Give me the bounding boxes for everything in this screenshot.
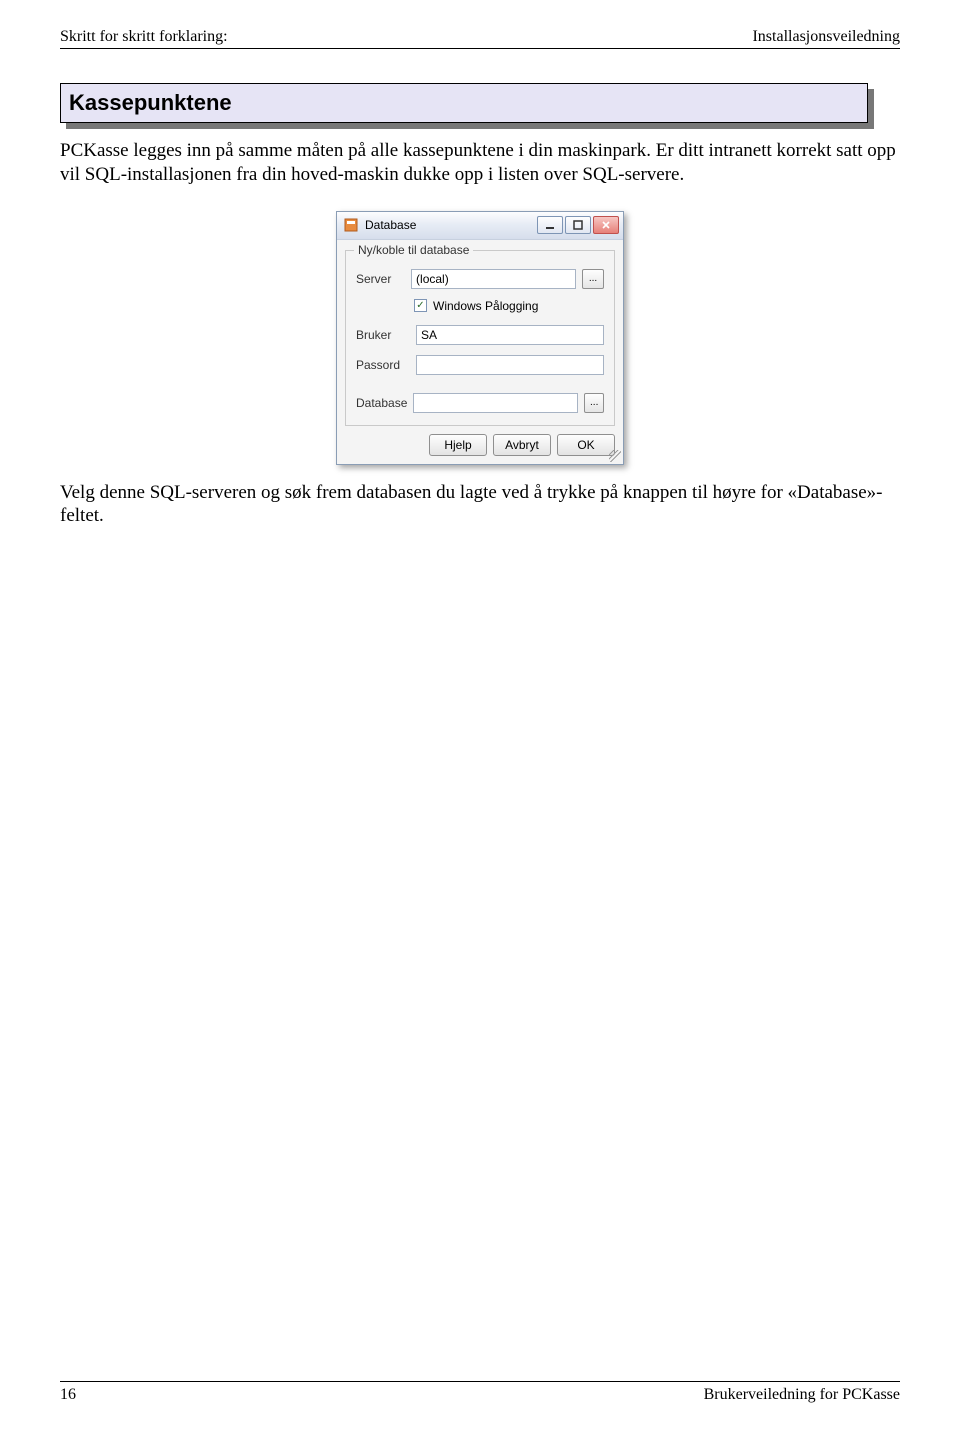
header-left: Skritt for skritt forklaring: bbox=[60, 28, 228, 46]
passord-input[interactable] bbox=[416, 355, 604, 375]
avbryt-button[interactable]: Avbryt bbox=[493, 434, 551, 456]
database-browse-button[interactable]: ... bbox=[584, 393, 604, 413]
footer-right: Brukerveiledning for PCKasse bbox=[704, 1386, 900, 1404]
header-right: Installasjonsveiledning bbox=[752, 28, 900, 46]
page-number: 16 bbox=[60, 1386, 76, 1404]
windows-login-checkbox[interactable]: ✓ bbox=[414, 299, 427, 312]
hjelp-button[interactable]: Hjelp bbox=[429, 434, 487, 456]
groupbox-legend: Ny/koble til database bbox=[354, 243, 473, 257]
maximize-button[interactable] bbox=[565, 216, 591, 234]
ok-button[interactable]: OK bbox=[557, 434, 615, 456]
windows-login-label: Windows Pålogging bbox=[433, 299, 538, 313]
dialog-title: Database bbox=[365, 218, 531, 232]
connection-groupbox: Ny/koble til database Server ... ✓ Windo… bbox=[345, 250, 615, 426]
resize-grip-icon[interactable] bbox=[609, 450, 621, 462]
database-input[interactable] bbox=[413, 393, 578, 413]
bruker-input[interactable] bbox=[416, 325, 604, 345]
closing-paragraph: Velg denne SQL-serveren og søk frem data… bbox=[60, 481, 900, 529]
database-dialog: Database Ny/koble til database bbox=[336, 211, 624, 465]
bruker-label: Bruker bbox=[356, 328, 410, 342]
dialog-titlebar[interactable]: Database bbox=[337, 212, 623, 240]
app-icon bbox=[343, 217, 359, 233]
server-input[interactable] bbox=[411, 269, 576, 289]
close-button[interactable] bbox=[593, 216, 619, 234]
section-title: Kassepunktene bbox=[60, 83, 868, 123]
server-browse-button[interactable]: ... bbox=[582, 269, 604, 289]
minimize-button[interactable] bbox=[537, 216, 563, 234]
intro-paragraph: PCKasse legges inn på samme måten på all… bbox=[60, 139, 900, 187]
database-label: Database bbox=[356, 396, 407, 410]
server-label: Server bbox=[356, 272, 405, 286]
passord-label: Passord bbox=[356, 358, 410, 372]
